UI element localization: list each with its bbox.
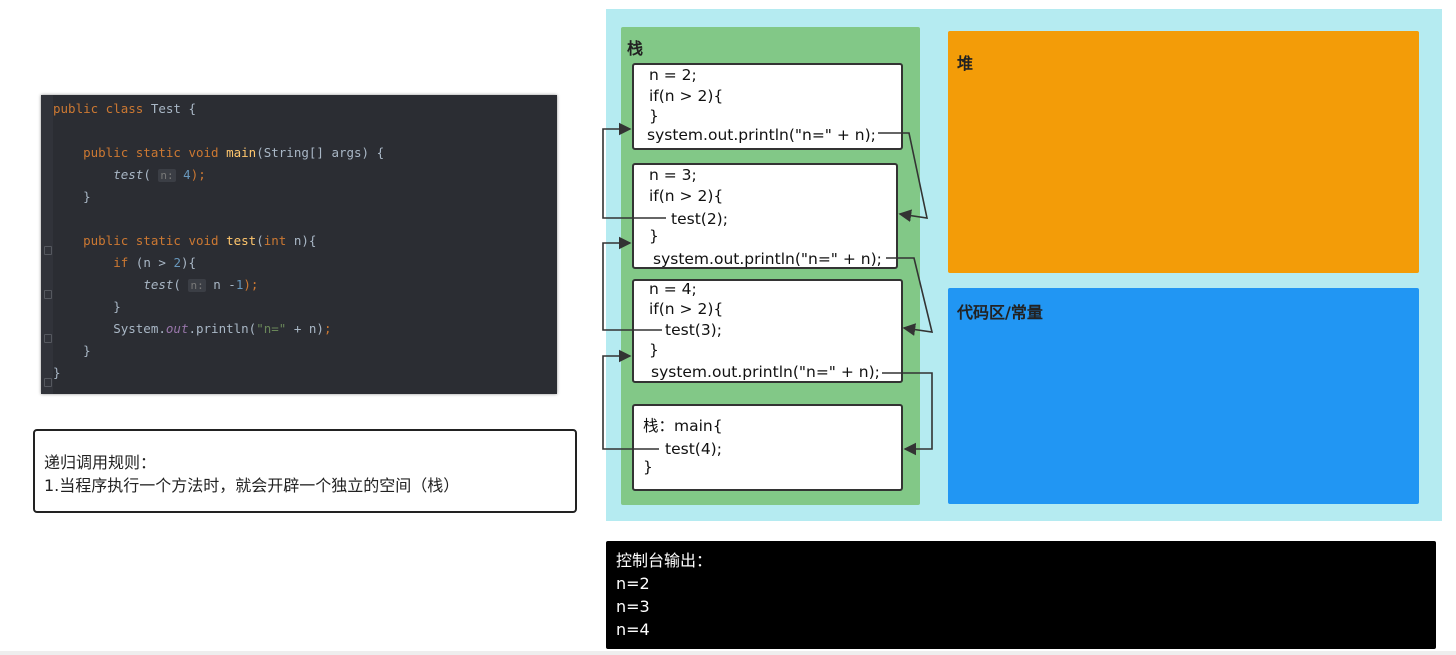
return-arrow bbox=[878, 132, 929, 222]
call-arrow bbox=[602, 236, 662, 331]
console-title: 控制台输出： bbox=[616, 551, 713, 570]
call-arrow bbox=[602, 349, 659, 450]
return-arrow bbox=[886, 257, 934, 336]
console-line: n=3 bbox=[616, 597, 650, 616]
console-line: n=4 bbox=[616, 620, 650, 639]
call-arrow bbox=[602, 122, 666, 219]
console-output: 控制台输出： n=2 n=3 n=4 bbox=[606, 541, 1436, 649]
console-line: n=2 bbox=[616, 574, 650, 593]
bottom-divider bbox=[0, 651, 1456, 655]
return-arrow bbox=[882, 372, 933, 456]
